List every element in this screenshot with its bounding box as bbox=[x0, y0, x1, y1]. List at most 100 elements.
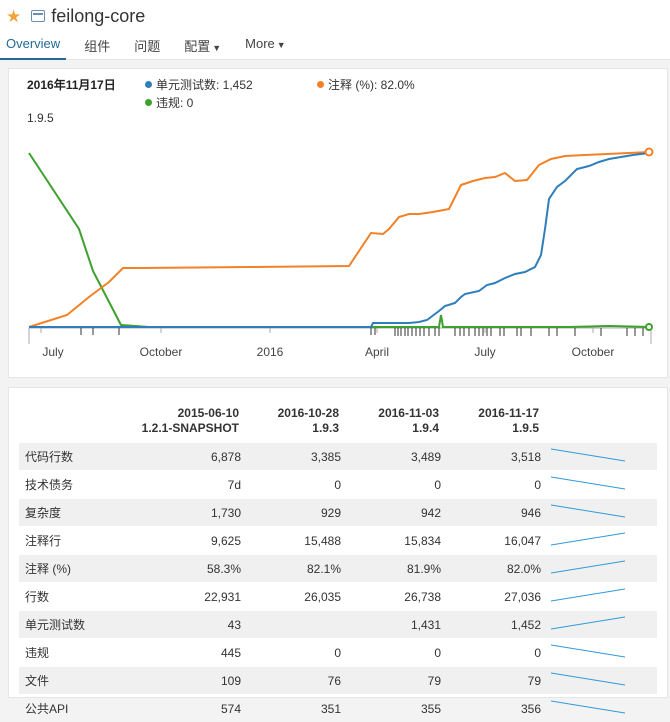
comments-endpoint bbox=[646, 149, 653, 156]
metric-value: 355 bbox=[349, 695, 449, 722]
table-corner bbox=[19, 406, 129, 421]
column-version: 1.9.5 bbox=[449, 421, 549, 443]
tab-configuration[interactable]: 配置▼ bbox=[184, 32, 221, 60]
metric-value: 1,730 bbox=[129, 499, 249, 527]
table-spacer bbox=[549, 421, 657, 443]
trend-sparkline bbox=[549, 695, 657, 722]
column-date: 2016-11-17 bbox=[449, 406, 549, 421]
metric-value: 0 bbox=[349, 471, 449, 499]
project-name[interactable]: feilong-core bbox=[51, 6, 145, 27]
column-date: 2016-10-28 bbox=[249, 406, 349, 421]
series-line-tests bbox=[29, 153, 649, 327]
chevron-down-icon: ▼ bbox=[212, 43, 221, 53]
x-tick-label: 2016 bbox=[257, 345, 284, 359]
metric-value: 26,035 bbox=[249, 583, 349, 611]
metric-value: 81.9% bbox=[349, 555, 449, 583]
metric-name: 注释 (%) bbox=[19, 555, 129, 583]
metric-value: 0 bbox=[349, 639, 449, 667]
metric-value: 79 bbox=[349, 667, 449, 695]
metric-name: 注释行 bbox=[19, 527, 129, 555]
sparkline-chart bbox=[549, 639, 629, 663]
metric-value: 15,834 bbox=[349, 527, 449, 555]
table-row: 注释 (%)58.3%82.1%81.9%82.0% bbox=[19, 555, 657, 583]
sparkline-line bbox=[551, 477, 625, 489]
metric-value: 76 bbox=[249, 667, 349, 695]
table-row: 公共API574351355356 bbox=[19, 695, 657, 722]
metric-value: 9,625 bbox=[129, 527, 249, 555]
metric-value: 58.3% bbox=[129, 555, 249, 583]
sparkline-chart bbox=[549, 499, 629, 523]
metric-value: 0 bbox=[449, 639, 549, 667]
metric-name: 违规 bbox=[19, 639, 129, 667]
metric-name: 单元测试数 bbox=[19, 611, 129, 639]
metric-value: 574 bbox=[129, 695, 249, 722]
table-row: 违规445000 bbox=[19, 639, 657, 667]
sparkline-chart bbox=[549, 583, 629, 607]
metric-value: 445 bbox=[129, 639, 249, 667]
metric-name: 代码行数 bbox=[19, 443, 129, 471]
history-table: 2015-06-10 2016-10-28 2016-11-03 2016-11… bbox=[19, 406, 657, 722]
metric-value: 942 bbox=[349, 499, 449, 527]
metric-value: 929 bbox=[249, 499, 349, 527]
project-icon bbox=[31, 10, 45, 22]
event-ticks bbox=[81, 328, 643, 336]
table-row: 行数22,93126,03526,73827,036 bbox=[19, 583, 657, 611]
tab-overview[interactable]: Overview bbox=[0, 32, 66, 60]
table-row: 复杂度1,730929942946 bbox=[19, 499, 657, 527]
metric-value: 22,931 bbox=[129, 583, 249, 611]
metric-value: 1,452 bbox=[449, 611, 549, 639]
metric-value: 0 bbox=[449, 471, 549, 499]
project-nav: Overview 组件 问题 配置▼ More▼ bbox=[0, 32, 310, 60]
sparkline-chart bbox=[549, 555, 629, 579]
sparkline-line bbox=[551, 673, 625, 685]
metric-name: 技术债务 bbox=[19, 471, 129, 499]
sparkline-chart bbox=[549, 611, 629, 635]
tab-configuration-label: 配置 bbox=[184, 39, 210, 54]
metric-value: 109 bbox=[129, 667, 249, 695]
table-row: 单元测试数431,4311,452 bbox=[19, 611, 657, 639]
metric-name: 复杂度 bbox=[19, 499, 129, 527]
sparkline-line bbox=[551, 645, 625, 657]
tab-components[interactable]: 组件 bbox=[84, 32, 110, 60]
trend-sparkline bbox=[549, 527, 657, 555]
metric-value: 3,489 bbox=[349, 443, 449, 471]
sparkline-chart bbox=[549, 471, 629, 495]
sparkline-line bbox=[551, 505, 625, 517]
trend-sparkline bbox=[549, 639, 657, 667]
sparkline-chart bbox=[549, 527, 629, 551]
metric-value: 79 bbox=[449, 667, 549, 695]
column-date: 2016-11-03 bbox=[349, 406, 449, 421]
sparkline-line bbox=[551, 449, 625, 461]
sparkline-chart bbox=[549, 695, 629, 719]
x-tick-label: October bbox=[572, 345, 615, 359]
metric-name: 文件 bbox=[19, 667, 129, 695]
metric-value: 356 bbox=[449, 695, 549, 722]
metric-value: 16,047 bbox=[449, 527, 549, 555]
metric-value: 3,518 bbox=[449, 443, 549, 471]
table-body: 代码行数6,8783,3853,4893,518技术债务7d000复杂度1,73… bbox=[19, 443, 657, 722]
metric-value: 82.1% bbox=[249, 555, 349, 583]
column-version: 1.2.1-SNAPSHOT bbox=[129, 421, 249, 443]
chevron-down-icon: ▼ bbox=[277, 40, 286, 50]
trend-sparkline bbox=[549, 443, 657, 471]
sparkline-chart bbox=[549, 667, 629, 691]
sparkline-line bbox=[551, 561, 625, 573]
x-tick-label: July bbox=[474, 345, 495, 359]
month-ticks bbox=[41, 328, 593, 333]
table-row: 文件109767979 bbox=[19, 667, 657, 695]
favorite-star-icon[interactable]: ★ bbox=[6, 8, 21, 25]
metric-value: 27,036 bbox=[449, 583, 549, 611]
tab-issues[interactable]: 问题 bbox=[134, 32, 160, 60]
sparkline-chart bbox=[549, 443, 629, 467]
table-corner bbox=[19, 421, 129, 443]
x-tick-label: July bbox=[42, 345, 63, 359]
column-version: 1.9.4 bbox=[349, 421, 449, 443]
metric-value: 3,385 bbox=[249, 443, 349, 471]
metric-value: 1,431 bbox=[349, 611, 449, 639]
table-row: 注释行9,62515,48815,83416,047 bbox=[19, 527, 657, 555]
history-chart[interactable]: July October 2016 April July October bbox=[9, 69, 669, 379]
tab-more[interactable]: More▼ bbox=[245, 32, 286, 60]
column-date: 2015-06-10 bbox=[129, 406, 249, 421]
metric-value: 15,488 bbox=[249, 527, 349, 555]
x-tick-label: October bbox=[140, 345, 183, 359]
